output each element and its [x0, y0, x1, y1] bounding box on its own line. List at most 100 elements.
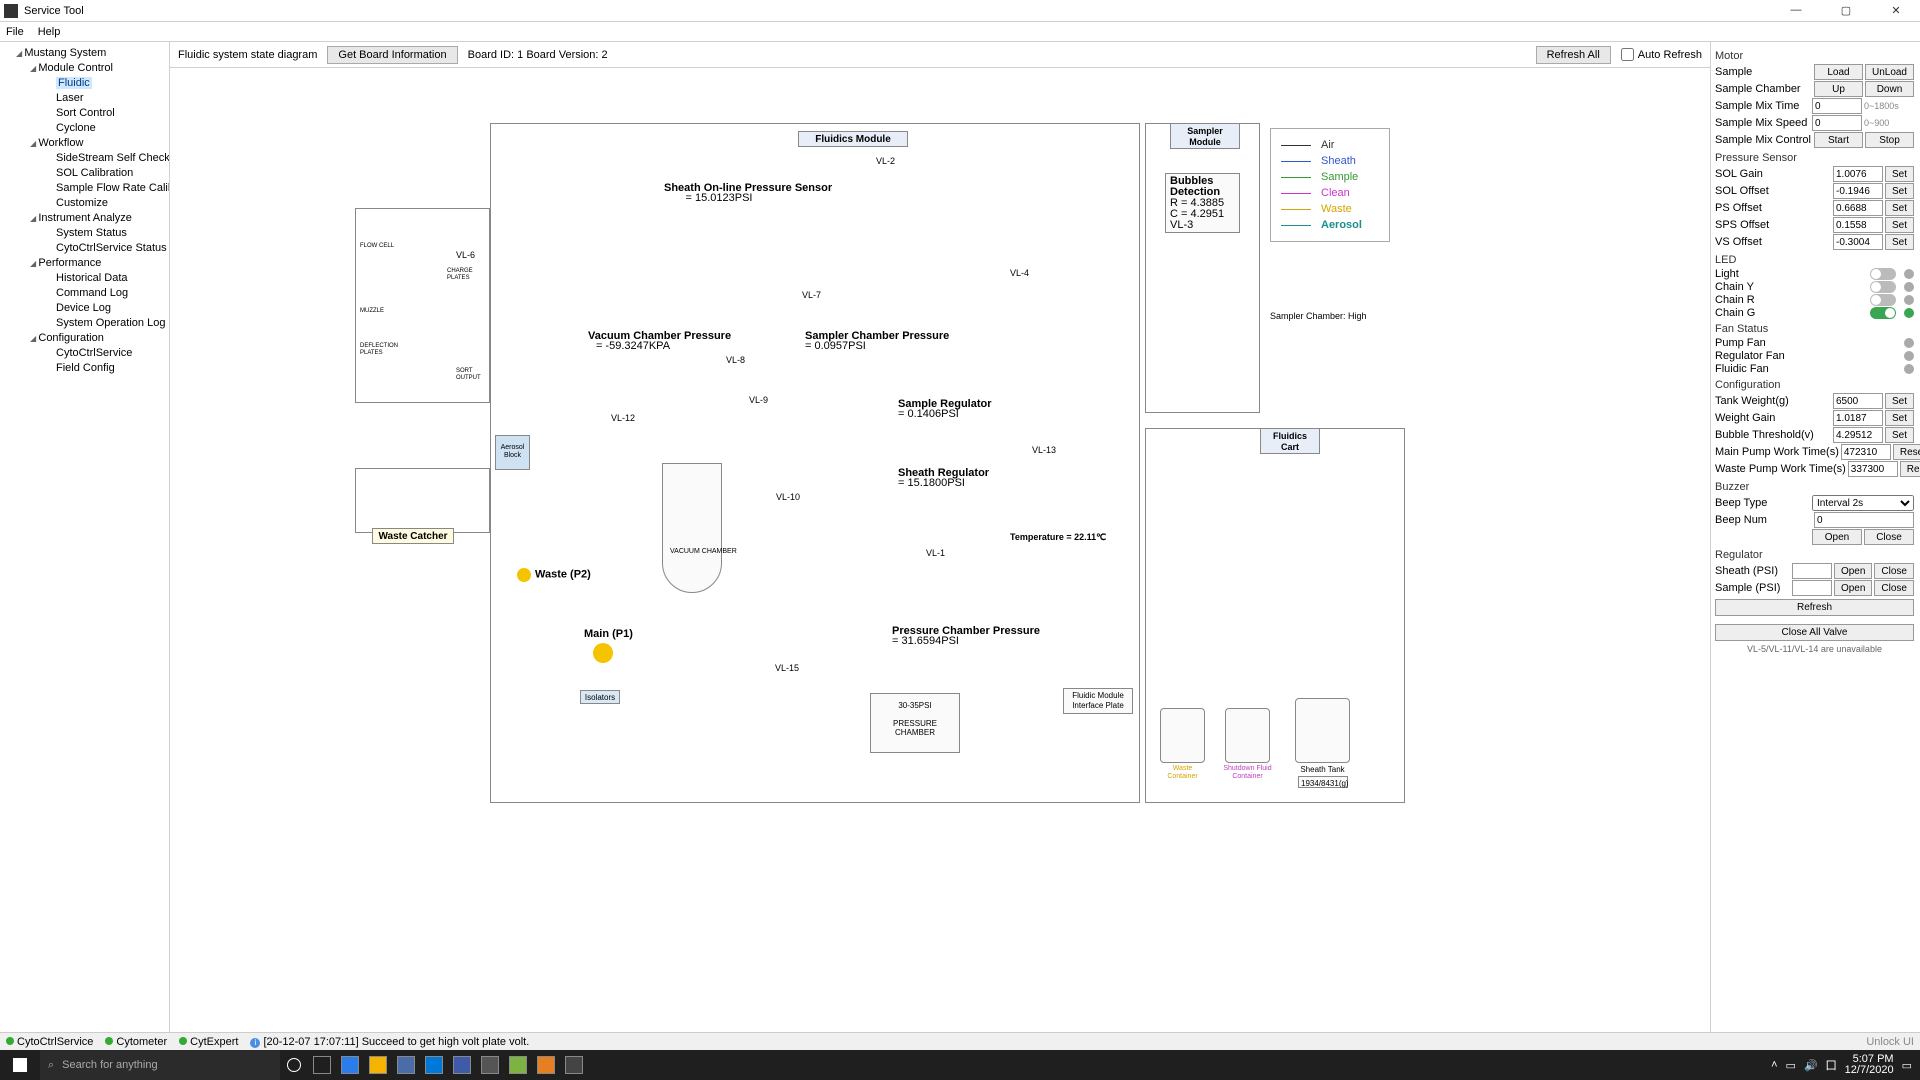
down-button[interactable]: Down	[1865, 81, 1914, 97]
reg-sheath-close[interactable]: Close	[1874, 563, 1914, 579]
tank-weight-set[interactable]: Set	[1885, 393, 1914, 409]
auto-refresh-check[interactable]: Auto Refresh	[1621, 48, 1702, 61]
sol-offset-set[interactable]: Set	[1885, 183, 1914, 199]
mix-time-input[interactable]	[1812, 98, 1862, 114]
get-board-info-button[interactable]: Get Board Information	[327, 46, 457, 64]
load-button[interactable]: Load	[1814, 64, 1863, 80]
ps-offset-input[interactable]	[1833, 200, 1883, 216]
tree-item-cyclone[interactable]: Cyclone	[44, 121, 167, 136]
tray-ime-icon[interactable]: 囗	[1826, 1057, 1837, 1073]
buzzer-open[interactable]: Open	[1812, 529, 1862, 545]
sol-gain-input[interactable]	[1833, 166, 1883, 182]
waste-pump-reset[interactable]: Reset	[1900, 461, 1920, 477]
taskbar-app-9[interactable]	[560, 1050, 588, 1080]
taskbar-app-6[interactable]	[476, 1050, 504, 1080]
beep-num-input[interactable]	[1814, 512, 1914, 528]
led-chainr-label: Chain R	[1715, 294, 1868, 306]
vs-offset-label: VS Offset	[1715, 236, 1831, 248]
tree-instrument-analyze[interactable]: Instrument Analyze System Status CytoCtr…	[30, 211, 167, 256]
task-view-icon[interactable]	[308, 1050, 336, 1080]
reg-sample-open[interactable]: Open	[1834, 580, 1872, 596]
tree-item-sidestream[interactable]: SideStream Self Check	[44, 151, 167, 166]
cortana-icon[interactable]	[280, 1050, 308, 1080]
tray-notifications-icon[interactable]: ▭	[1902, 1059, 1912, 1072]
menu-help[interactable]: Help	[38, 26, 61, 38]
bubble-threshold-input[interactable]	[1833, 427, 1883, 443]
tree-item-field-config[interactable]: Field Config	[44, 361, 167, 376]
up-button[interactable]: Up	[1814, 81, 1863, 97]
nav-tree[interactable]: Mustang System Module Control Fluidic La…	[0, 42, 170, 1032]
tree-item-customize[interactable]: Customize	[44, 196, 167, 211]
unload-button[interactable]: UnLoad	[1865, 64, 1914, 80]
tray-network-icon[interactable]: ▭	[1786, 1059, 1796, 1072]
sol-offset-input[interactable]	[1833, 183, 1883, 199]
waste-pump-time-input[interactable]	[1848, 461, 1898, 477]
sps-offset-set[interactable]: Set	[1885, 217, 1914, 233]
tree-item-cytoctrlservice[interactable]: CytoCtrlService	[44, 346, 167, 361]
start-button[interactable]: Start	[1814, 132, 1863, 148]
led-chainy-toggle[interactable]	[1870, 281, 1896, 293]
tree-item-sol-cal[interactable]: SOL Calibration	[44, 166, 167, 181]
auto-refresh-checkbox[interactable]	[1621, 48, 1634, 61]
taskbar-app-5[interactable]	[448, 1050, 476, 1080]
bubble-threshold-set[interactable]: Set	[1885, 427, 1914, 443]
vs-offset-input[interactable]	[1833, 234, 1883, 250]
tree-item-cytoctrl-status[interactable]: CytoCtrlService Status	[44, 241, 167, 256]
tree-item-historical[interactable]: Historical Data	[44, 271, 167, 286]
fluidic-fan-label: Fluidic Fan	[1715, 363, 1896, 375]
tree-item-sort-control[interactable]: Sort Control	[44, 106, 167, 121]
weight-gain-input[interactable]	[1833, 410, 1883, 426]
tree-root[interactable]: Mustang System Module Control Fluidic La…	[16, 46, 167, 376]
main-pump-time-input[interactable]	[1841, 444, 1891, 460]
menu-file[interactable]: File	[6, 26, 24, 38]
vs-offset-set[interactable]: Set	[1885, 234, 1914, 250]
reg-sheath-input[interactable]	[1792, 563, 1832, 579]
start-button[interactable]	[0, 1050, 40, 1080]
taskbar-search[interactable]: ⌕ Search for anything	[40, 1050, 280, 1080]
weight-gain-set[interactable]: Set	[1885, 410, 1914, 426]
tree-item-flowrate-cal[interactable]: Sample Flow Rate Calibration	[44, 181, 167, 196]
tree-item-device-log[interactable]: Device Log	[44, 301, 167, 316]
close-button[interactable]: ✕	[1876, 4, 1916, 17]
system-tray[interactable]: ˄ ▭ 🔊 囗 5:07 PM 12/7/2020 ▭	[1771, 1054, 1920, 1076]
sps-offset-input[interactable]	[1833, 217, 1883, 233]
tree-item-system-status[interactable]: System Status	[44, 226, 167, 241]
tree-configuration[interactable]: Configuration CytoCtrlService Field Conf…	[30, 331, 167, 376]
taskbar-app-4[interactable]	[420, 1050, 448, 1080]
minimize-button[interactable]: —	[1776, 4, 1816, 17]
taskbar-app-8[interactable]	[532, 1050, 560, 1080]
led-chaing-toggle[interactable]	[1870, 307, 1896, 319]
mix-speed-input[interactable]	[1812, 115, 1862, 131]
led-light-toggle[interactable]	[1870, 268, 1896, 280]
reg-sample-close[interactable]: Close	[1874, 580, 1914, 596]
tray-volume-icon[interactable]: 🔊	[1804, 1059, 1818, 1072]
sol-gain-set[interactable]: Set	[1885, 166, 1914, 182]
led-chainr-toggle[interactable]	[1870, 294, 1896, 306]
unlock-ui-button[interactable]: Unlock UI	[1866, 1036, 1914, 1048]
taskbar-app-3[interactable]	[392, 1050, 420, 1080]
tree-item-fluidic[interactable]: Fluidic	[44, 76, 167, 91]
main-pump-reset[interactable]: Reset	[1893, 444, 1920, 460]
maximize-button[interactable]: ▢	[1826, 4, 1866, 17]
tree-item-sysop-log[interactable]: System Operation Log	[44, 316, 167, 331]
tree-item-laser[interactable]: Laser	[44, 91, 167, 106]
taskbar-app-7[interactable]	[504, 1050, 532, 1080]
tank-weight-input[interactable]	[1833, 393, 1883, 409]
reg-sample-input[interactable]	[1792, 580, 1832, 596]
ps-offset-set[interactable]: Set	[1885, 200, 1914, 216]
regulator-refresh[interactable]: Refresh	[1715, 599, 1914, 616]
stop-button[interactable]: Stop	[1865, 132, 1914, 148]
tree-performance[interactable]: Performance Historical Data Command Log …	[30, 256, 167, 331]
beep-type-select[interactable]: Interval 2s	[1812, 495, 1914, 511]
tree-module-control[interactable]: Module Control Fluidic Laser Sort Contro…	[30, 61, 167, 136]
close-all-valve-button[interactable]: Close All Valve	[1715, 624, 1914, 641]
buzzer-close[interactable]: Close	[1864, 529, 1914, 545]
taskbar-app-1[interactable]	[336, 1050, 364, 1080]
taskbar-app-2[interactable]	[364, 1050, 392, 1080]
refresh-all-button[interactable]: Refresh All	[1536, 46, 1611, 64]
tree-workflow[interactable]: Workflow SideStream Self Check SOL Calib…	[30, 136, 167, 211]
tree-item-command-log[interactable]: Command Log	[44, 286, 167, 301]
tray-chevron-icon[interactable]: ˄	[1771, 1059, 1777, 1071]
tray-clock[interactable]: 5:07 PM 12/7/2020	[1845, 1054, 1894, 1076]
reg-sheath-open[interactable]: Open	[1834, 563, 1872, 579]
